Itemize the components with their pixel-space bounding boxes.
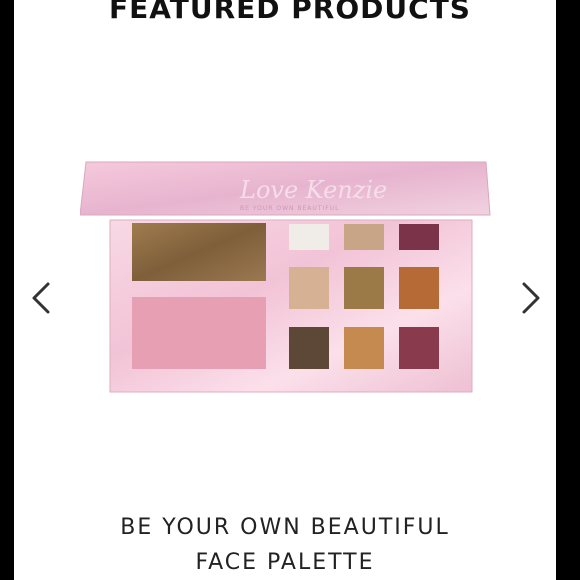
shadow-pan [344, 327, 384, 369]
carousel-prev-button[interactable] [22, 278, 62, 318]
product-name-line-2[interactable]: FACE PALETTE [14, 550, 556, 575]
shadow-pan [344, 267, 384, 309]
product-image[interactable]: Love Kenzie BE YOUR OWN BEAUTIFUL [80, 160, 492, 396]
carousel-next-button[interactable] [510, 278, 550, 318]
shadow-pan [289, 267, 329, 309]
shadow-pan [344, 224, 384, 250]
product-name-line-1[interactable]: BE YOUR OWN BEAUTIFUL [14, 515, 556, 540]
shadow-pan [289, 327, 329, 369]
shadow-pan [399, 327, 439, 369]
chevron-left-icon [32, 282, 50, 314]
section-title: FEATURED PRODUCTS [109, 0, 471, 25]
bronzer-pan [132, 223, 266, 281]
chevron-right-icon [522, 282, 540, 314]
shadow-pan [399, 224, 439, 250]
blush-pan [132, 297, 266, 369]
lid-script-text: Love Kenzie [239, 176, 387, 204]
lid-tagline-text: BE YOUR OWN BEAUTIFUL [240, 205, 339, 212]
shadow-pan [289, 224, 329, 250]
shadow-pan [399, 267, 439, 309]
